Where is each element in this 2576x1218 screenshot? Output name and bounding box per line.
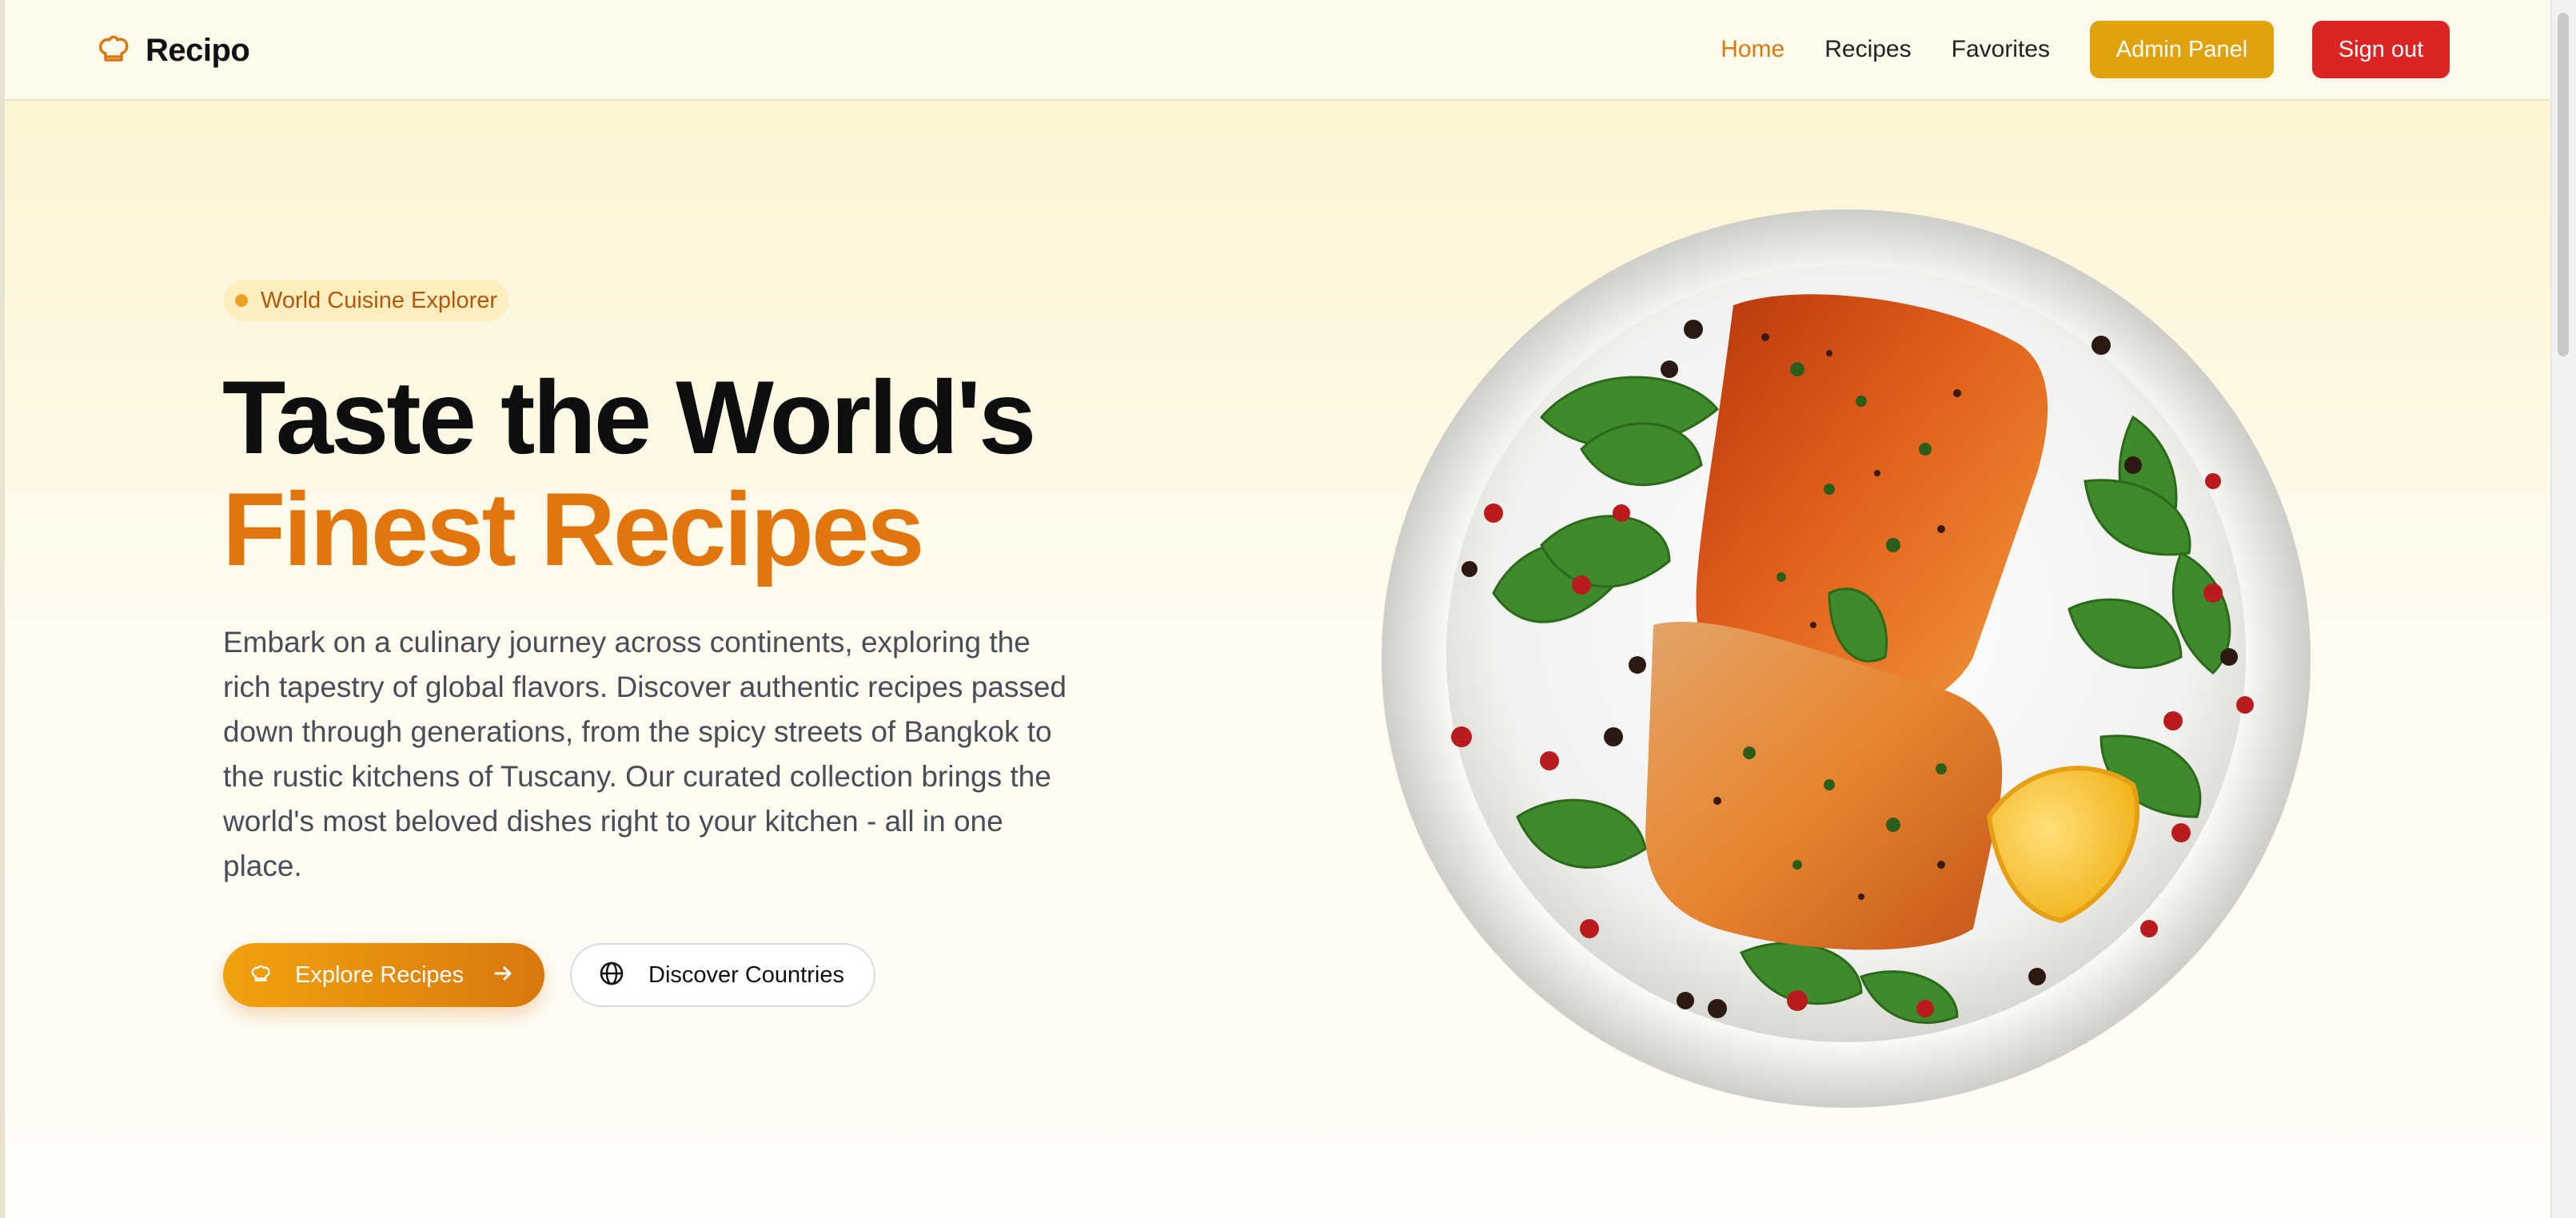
chef-hat-icon bbox=[94, 30, 133, 72]
salmon-dish-image bbox=[1382, 209, 2311, 1108]
explore-recipes-button[interactable]: Explore Recipes bbox=[223, 943, 544, 1007]
hero-title-line1: Taste the World's bbox=[222, 359, 1036, 476]
hero-title-line2: Finest Recipes bbox=[222, 471, 925, 587]
nav-link-favorites[interactable]: Favorites bbox=[1952, 36, 2050, 63]
chef-hat-icon bbox=[249, 961, 273, 989]
globe-icon bbox=[599, 961, 624, 990]
top-navbar: Recipo Home Recipes Favorites Admin Pane… bbox=[0, 0, 2550, 101]
sign-out-button[interactable]: Sign out bbox=[2312, 21, 2450, 78]
explore-recipes-label: Explore Recipes bbox=[295, 961, 465, 988]
discover-countries-label: Discover Countries bbox=[648, 961, 844, 988]
admin-panel-button[interactable]: Admin Panel bbox=[2090, 21, 2274, 78]
hero-description: Embark on a culinary journey across cont… bbox=[223, 626, 1067, 882]
nav-links: Home Recipes Favorites Admin Panel Sign … bbox=[1721, 21, 2450, 78]
scrollbar-thumb[interactable] bbox=[2558, 13, 2569, 356]
badge-dot bbox=[235, 294, 248, 307]
brand-name: Recipo bbox=[146, 32, 250, 68]
badge-text: World Cuisine Explorer bbox=[261, 287, 498, 313]
hero-badge: World Cuisine Explorer bbox=[224, 280, 509, 321]
brand-logo[interactable]: Recipo bbox=[94, 29, 250, 72]
window-left-edge bbox=[0, 0, 5, 1218]
arrow-right-icon bbox=[492, 962, 515, 989]
page: Recipo Home Recipes Favorites Admin Pane… bbox=[0, 0, 2550, 1218]
nav-link-recipes[interactable]: Recipes bbox=[1824, 36, 1911, 63]
discover-countries-button[interactable]: Discover Countries bbox=[570, 943, 875, 1007]
nav-link-home[interactable]: Home bbox=[1721, 36, 1784, 63]
